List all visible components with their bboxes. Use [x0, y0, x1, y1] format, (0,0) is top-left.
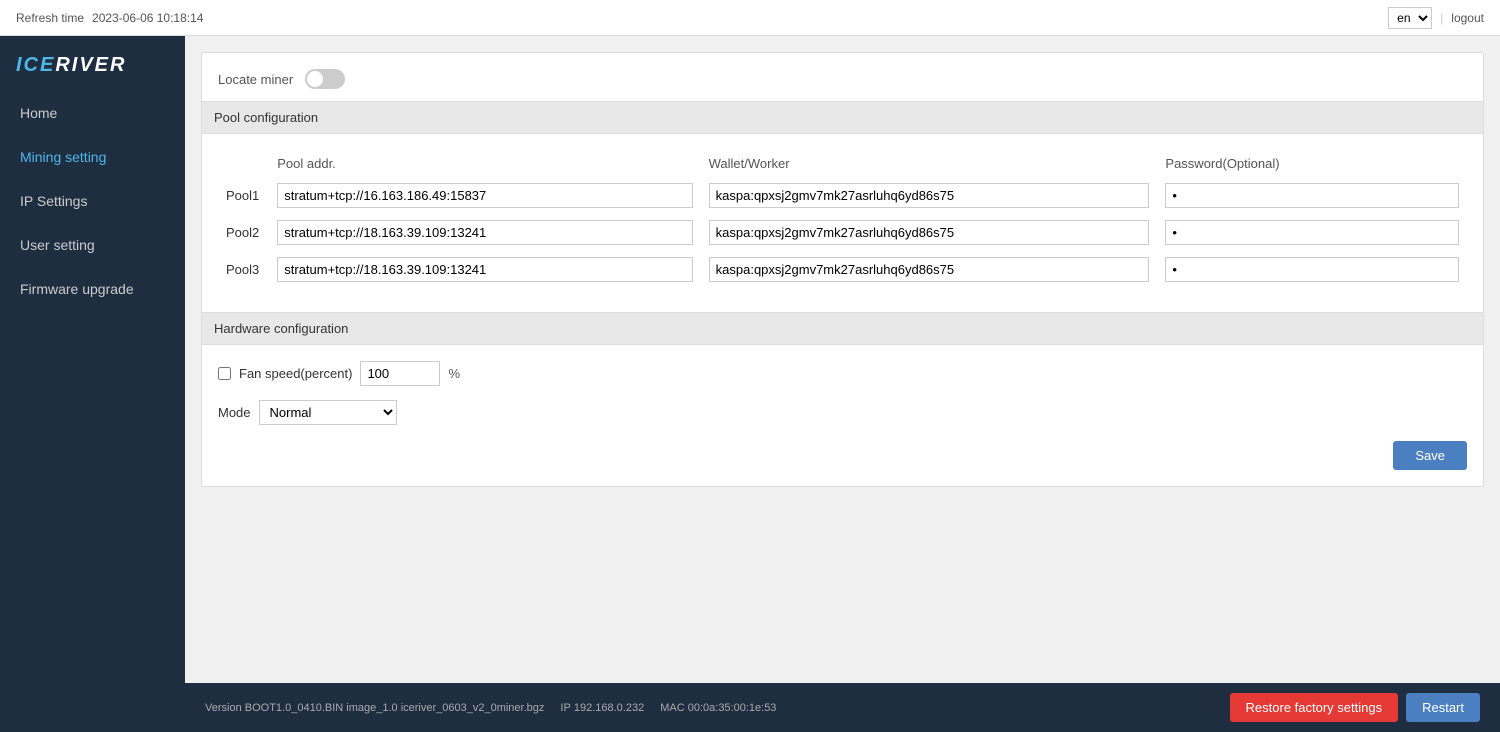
- pool3-wallet-cell: [701, 251, 1158, 288]
- mac-label-text: MAC: [660, 702, 684, 714]
- pool1-password-input[interactable]: [1165, 183, 1459, 208]
- pool3-addr-cell: [269, 251, 700, 288]
- mode-label: Mode: [218, 405, 251, 420]
- pool2-wallet-input[interactable]: [709, 220, 1150, 245]
- ip-value-text: 192.168.0.232: [574, 702, 644, 714]
- th-wallet: Wallet/Worker: [701, 150, 1158, 177]
- pool2-label: Pool2: [218, 214, 269, 251]
- top-bar-right: en zh | logout: [1388, 7, 1484, 29]
- sidebar-logo: ICERIVER: [0, 36, 185, 91]
- refresh-time: 2023-06-06 10:18:14: [92, 11, 203, 25]
- toggle-slider: [305, 69, 345, 89]
- restore-factory-button[interactable]: Restore factory settings: [1230, 693, 1399, 722]
- pool1-addr-cell: [269, 177, 700, 214]
- sidebar-item-firmware-upgrade[interactable]: Firmware upgrade: [0, 267, 185, 311]
- pool2-password-cell: [1157, 214, 1467, 251]
- main-layout: ICERIVER Home Mining setting IP Settings…: [0, 36, 1500, 732]
- fan-speed-unit: %: [448, 366, 460, 381]
- hw-config-row: Fan speed(percent) %: [218, 361, 1467, 386]
- pool1-addr-input[interactable]: [277, 183, 692, 208]
- fan-speed-input[interactable]: [360, 361, 440, 386]
- pool1-wallet-cell: [701, 177, 1158, 214]
- main-card: Locate miner Pool configuration Pool a: [201, 52, 1484, 487]
- sidebar-item-mining-setting[interactable]: Mining setting: [0, 135, 185, 179]
- pool3-label: Pool3: [218, 251, 269, 288]
- pool-config-header: Pool configuration: [202, 101, 1483, 134]
- footer: Version BOOT1.0_0410.BIN image_1.0 iceri…: [185, 683, 1500, 732]
- pool3-password-cell: [1157, 251, 1467, 288]
- footer-mac: MAC 00:0a:35:00:1e:53: [660, 702, 776, 714]
- table-row: Pool2: [218, 214, 1467, 251]
- refresh-label: Refresh time: [16, 11, 84, 25]
- pool1-wallet-input[interactable]: [709, 183, 1150, 208]
- locate-miner-row: Locate miner: [218, 69, 1467, 101]
- mode-select[interactable]: Normal Low power High performance: [259, 400, 397, 425]
- sidebar: ICERIVER Home Mining setting IP Settings…: [0, 36, 185, 732]
- th-password: Password(Optional): [1157, 150, 1467, 177]
- mode-row: Mode Normal Low power High performance: [218, 400, 1467, 425]
- fan-speed-checkbox[interactable]: [218, 367, 231, 380]
- sidebar-item-ip-settings[interactable]: IP Settings: [0, 179, 185, 223]
- sidebar-item-user-setting[interactable]: User setting: [0, 223, 185, 267]
- logo: ICERIVER: [16, 54, 169, 77]
- content-area: Locate miner Pool configuration Pool a: [185, 36, 1500, 732]
- th-empty: [218, 150, 269, 177]
- pool3-wallet-input[interactable]: [709, 257, 1150, 282]
- pool-table: Pool addr. Wallet/Worker Password(Option…: [218, 150, 1467, 288]
- pool3-addr-input[interactable]: [277, 257, 692, 282]
- top-bar: Refresh time 2023-06-06 10:18:14 en zh |…: [0, 0, 1500, 36]
- pool1-password-cell: [1157, 177, 1467, 214]
- locate-miner-toggle[interactable]: [305, 69, 345, 89]
- hw-config-header: Hardware configuration: [202, 312, 1483, 345]
- footer-buttons: Restore factory settings Restart: [1230, 693, 1480, 722]
- app-wrapper: Refresh time 2023-06-06 10:18:14 en zh |…: [0, 0, 1500, 732]
- restart-button[interactable]: Restart: [1406, 693, 1480, 722]
- fan-speed-label: Fan speed(percent): [239, 366, 352, 381]
- footer-version-label: Version BOOT1.0_0410.BIN image_1.0 iceri…: [205, 702, 544, 714]
- top-bar-left: Refresh time 2023-06-06 10:18:14: [16, 11, 203, 25]
- logout-link[interactable]: logout: [1451, 11, 1484, 25]
- pool2-wallet-cell: [701, 214, 1158, 251]
- pool2-password-input[interactable]: [1165, 220, 1459, 245]
- table-row: Pool1: [218, 177, 1467, 214]
- pool2-addr-input[interactable]: [277, 220, 692, 245]
- th-pool-addr: Pool addr.: [269, 150, 700, 177]
- pool3-password-input[interactable]: [1165, 257, 1459, 282]
- footer-ip: IP 192.168.0.232: [560, 702, 644, 714]
- language-select[interactable]: en zh: [1388, 7, 1432, 29]
- save-row: Save: [218, 425, 1467, 470]
- locate-miner-label: Locate miner: [218, 72, 293, 87]
- pool2-addr-cell: [269, 214, 700, 251]
- version-value-text: BOOT1.0_0410.BIN image_1.0 iceriver_0603…: [245, 702, 545, 714]
- separator: |: [1440, 11, 1443, 25]
- main-content: Locate miner Pool configuration Pool a: [185, 36, 1500, 683]
- ip-label-text: IP: [560, 702, 570, 714]
- footer-info: Version BOOT1.0_0410.BIN image_1.0 iceri…: [205, 702, 776, 714]
- pool1-label: Pool1: [218, 177, 269, 214]
- mac-value-text: 00:0a:35:00:1e:53: [688, 702, 777, 714]
- sidebar-nav: Home Mining setting IP Settings User set…: [0, 91, 185, 311]
- save-button[interactable]: Save: [1393, 441, 1467, 470]
- sidebar-item-home[interactable]: Home: [0, 91, 185, 135]
- table-row: Pool3: [218, 251, 1467, 288]
- version-label-text: Version: [205, 702, 242, 714]
